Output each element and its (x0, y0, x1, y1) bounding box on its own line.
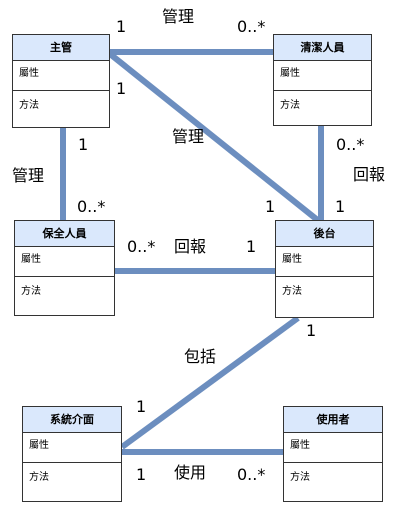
class-methods: 方法 (29, 472, 49, 483)
multiplicity-label: 1 (116, 79, 127, 98)
multiplicity-label: 1 (265, 197, 276, 216)
class-supervisor[interactable]: 主管 屬性 方法 (12, 34, 110, 128)
class-name: 保全人員 (15, 221, 114, 247)
class-name: 清潔人員 (274, 35, 371, 61)
class-attributes: 屬性 (284, 433, 382, 463)
class-methods: 方法 (290, 472, 310, 483)
class-methods: 方法 (280, 100, 300, 111)
multiplicity-label: 0..* (127, 237, 156, 256)
edge-label: 使用 (174, 463, 207, 482)
class-cleaner[interactable]: 清潔人員 屬性 方法 (273, 34, 372, 126)
multiplicity-label: 0..* (237, 465, 266, 484)
class-backend[interactable]: 後台 屬性 方法 (275, 220, 374, 318)
edge-label: 管理 (162, 7, 195, 26)
multiplicity-label: 1 (136, 465, 147, 484)
multiplicity-label: 1 (335, 197, 346, 216)
edge-label: 回報 (353, 165, 386, 184)
edge-backend-system (120, 315, 300, 450)
class-methods: 方法 (21, 286, 41, 297)
edge-label: 管理 (172, 127, 205, 146)
class-name: 後台 (276, 221, 373, 247)
class-attributes: 屬性 (276, 247, 373, 277)
multiplicity-label: 0..* (336, 135, 365, 154)
multiplicity-label: 1 (246, 237, 257, 256)
class-name: 主管 (13, 35, 109, 61)
class-name: 系統介面 (23, 407, 121, 433)
multiplicity-label: 0..* (77, 197, 106, 216)
edge-label: 包括 (184, 347, 217, 366)
multiplicity-label: 0..* (237, 17, 266, 36)
class-name: 使用者 (284, 407, 382, 433)
multiplicity-label: 1 (306, 321, 317, 340)
multiplicity-label: 1 (78, 135, 89, 154)
class-attributes: 屬性 (274, 61, 371, 91)
multiplicity-label: 1 (116, 17, 127, 36)
edge-label: 管理 (12, 166, 45, 185)
class-system-interface[interactable]: 系統介面 屬性 方法 (22, 406, 122, 502)
class-attributes: 屬性 (15, 247, 114, 277)
class-methods: 方法 (19, 100, 39, 111)
class-attributes: 屬性 (13, 61, 109, 91)
class-methods: 方法 (282, 286, 302, 297)
multiplicity-label: 1 (136, 397, 147, 416)
edge-label: 回報 (174, 237, 207, 256)
class-user[interactable]: 使用者 屬性 方法 (283, 406, 383, 502)
class-security[interactable]: 保全人員 屬性 方法 (14, 220, 115, 316)
class-attributes: 屬性 (23, 433, 121, 463)
